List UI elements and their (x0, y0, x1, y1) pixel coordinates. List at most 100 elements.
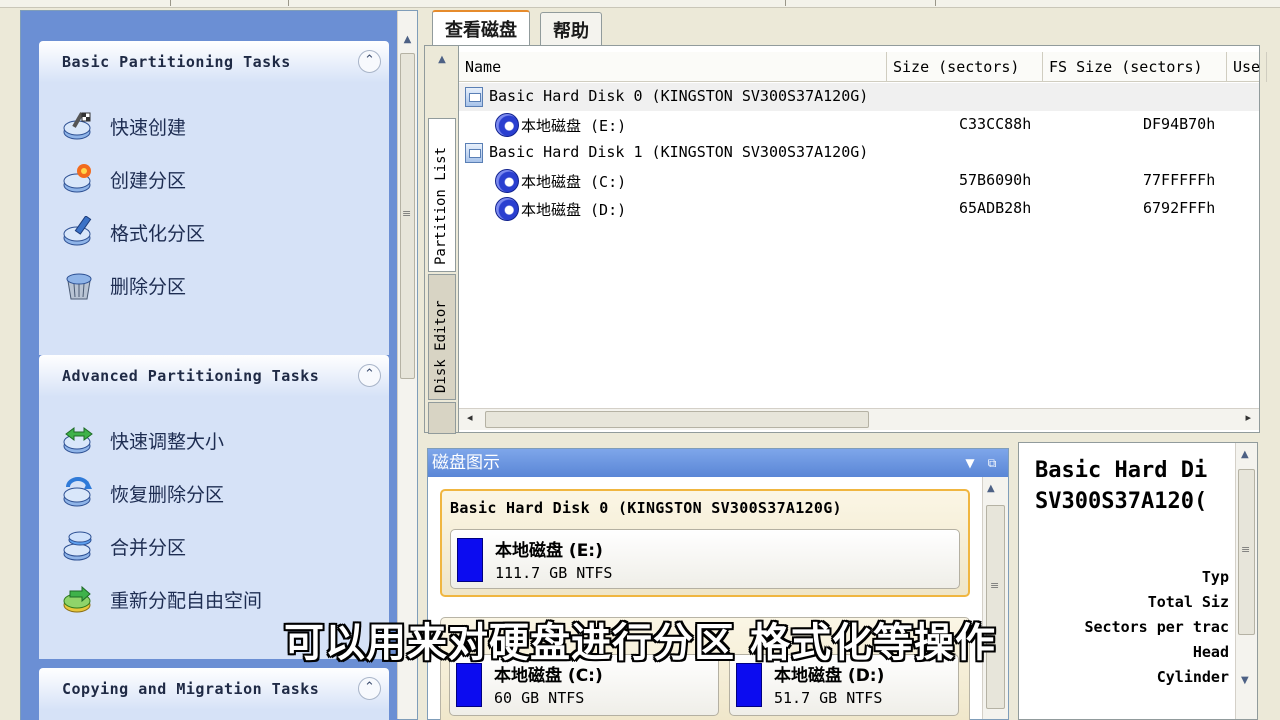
task-create-partition[interactable]: 创建分区 (62, 163, 186, 195)
partition-size: 51.7 GB NTFS (774, 689, 883, 707)
hard-disk-icon (465, 87, 483, 107)
column-fs-size[interactable]: FS Size (sectors) (1043, 52, 1227, 82)
dropdown-arrow-icon[interactable]: ▼ (962, 455, 978, 471)
group-header[interactable]: Advanced Partitioning Tasks ⌃ (39, 355, 389, 397)
disk-map-scrollbar[interactable]: ▲ ≡ (982, 477, 1008, 719)
vtab-more[interactable] (428, 402, 456, 434)
disk-merge-icon (63, 531, 92, 561)
partition-name: 本地磁盘 (E:) (495, 541, 603, 561)
column-used[interactable]: Use (1227, 52, 1267, 82)
group-header[interactable]: Basic Partitioning Tasks ⌃ (39, 41, 389, 83)
horizontal-scrollbar[interactable]: ◂ ▸ (459, 408, 1259, 430)
vertical-tab-strip: ▲ Partition List Disk Editor (425, 46, 459, 434)
row-name: Basic Hard Disk 0 (KINGSTON SV300S37A120… (489, 87, 869, 105)
column-size[interactable]: Size (sectors) (887, 52, 1043, 82)
group-copying-migration: Copying and Migration Tasks ⌃ (39, 668, 389, 720)
task-label: 恢复删除分区 (110, 483, 225, 506)
task-label: 创建分区 (110, 169, 187, 192)
scroll-left-arrow-icon[interactable]: ◂ (467, 411, 473, 424)
scroll-up-arrow-icon[interactable]: ▲ (398, 31, 417, 49)
partition-size: 111.7 GB NTFS (495, 564, 613, 582)
partition-list-pane: ▲ Partition List Disk Editor Name Size (… (424, 45, 1267, 434)
row-name: 本地磁盘 (D:) (521, 201, 627, 219)
group-basic-partitioning: Basic Partitioning Tasks ⌃ 快速创建 创建分区 格式化… (39, 41, 389, 355)
toolbar-separator (935, 0, 936, 6)
row-size: C33CC88h (959, 115, 1032, 133)
collapse-chevron-icon[interactable]: ⌃ (358, 677, 381, 700)
info-label-cylinders: Cylinder (1156, 668, 1229, 686)
row-name: Basic Hard Disk 1 (KINGSTON SV300S37A120… (489, 143, 869, 161)
tab-view-disks[interactable]: 查看磁盘 (432, 10, 530, 46)
disk-card-title: Basic Hard Disk 0 (KINGSTON SV300S37A120… (450, 499, 842, 517)
partition-icon (495, 197, 519, 221)
disk-info-title: Basic Hard Di SV300S37A120( (1035, 455, 1207, 517)
vtab-label: Disk Editor (433, 300, 449, 393)
disk-wand-icon (63, 112, 91, 140)
partition-size: 60 GB NTFS (494, 689, 585, 707)
disk-delete-icon (66, 273, 92, 300)
disk-create-icon (63, 164, 91, 193)
float-pane-icon[interactable]: ⧉ (984, 455, 1000, 471)
disk-map-titlebar: 磁盘图示 ▼ ⧉ (428, 449, 1008, 477)
disk-map-title: 磁盘图示 (432, 453, 500, 473)
info-label-type: Typ (1201, 568, 1229, 586)
disk-card[interactable]: Basic Hard Disk 0 (KINGSTON SV300S37A120… (440, 489, 970, 597)
scrollbar-thumb[interactable] (485, 411, 869, 428)
table-row[interactable]: 本地磁盘 (C:) 57B6090h 77FFFFFh (459, 167, 1259, 195)
disk-info-title-line: SV300S37A120( (1035, 489, 1208, 514)
group-body (39, 710, 389, 720)
row-name: 本地磁盘 (C:) (521, 173, 627, 191)
task-quick-create[interactable]: 快速创建 (62, 110, 186, 142)
table-row[interactable]: Basic Hard Disk 1 (KINGSTON SV300S37A120… (459, 139, 1259, 167)
task-label: 快速创建 (110, 116, 187, 139)
row-fs-size: DF94B70h (1143, 115, 1216, 133)
info-pane-scrollbar[interactable]: ▲ ≡ ▼ (1235, 443, 1257, 719)
disk-resize-icon (63, 427, 93, 454)
scrollbar-grip-icon: ≡ (1241, 543, 1251, 556)
partition-icon (495, 169, 519, 193)
scroll-up-arrow-icon[interactable]: ▲ (987, 483, 995, 494)
group-header[interactable]: Copying and Migration Tasks ⌃ (39, 668, 389, 710)
tab-help[interactable]: 帮助 (540, 12, 602, 45)
vtab-disk-editor[interactable]: Disk Editor (428, 274, 456, 400)
group-body: 快速创建 创建分区 格式化分区 删除分区 (39, 83, 389, 355)
partition-usage-bar (456, 663, 482, 707)
partition-usage-bar (457, 538, 483, 582)
table-header: Name Size (sectors) FS Size (sectors) Us… (459, 52, 1267, 82)
task-quick-resize[interactable]: 快速调整大小 (62, 424, 224, 456)
column-name[interactable]: Name (459, 52, 887, 82)
task-label: 格式化分区 (110, 222, 206, 245)
table-row[interactable]: 本地磁盘 (E:) C33CC88h DF94B70h (459, 111, 1259, 139)
task-label: 合并分区 (110, 536, 187, 559)
task-label: 重新分配自由空间 (110, 589, 263, 612)
partition-block[interactable]: 本地磁盘 (E:) 111.7 GB NTFS (450, 529, 960, 589)
disk-info-pane: Basic Hard Di SV300S37A120( Typ Total Si… (1018, 442, 1258, 720)
table-row[interactable]: Basic Hard Disk 0 (KINGSTON SV300S37A120… (459, 83, 1259, 111)
row-fs-size: 77FFFFFh (1143, 171, 1216, 189)
collapse-chevron-icon[interactable]: ⌃ (358, 50, 381, 73)
scroll-up-arrow-icon[interactable]: ▲ (1241, 449, 1249, 460)
row-size: 65ADB28h (959, 199, 1032, 217)
video-subtitle: 可以用来对硬盘进行分区 格式化等操作 (284, 620, 996, 666)
group-title: Advanced Partitioning Tasks (62, 367, 320, 385)
top-toolbar-strip (0, 0, 1280, 8)
scrollbar-thumb[interactable] (986, 505, 1005, 709)
partition-usage-bar (736, 663, 762, 707)
hard-disk-icon (465, 143, 483, 163)
task-label: 快速调整大小 (110, 430, 225, 453)
scroll-down-arrow-icon[interactable]: ▼ (1241, 675, 1249, 686)
disk-recover-icon (63, 477, 92, 507)
task-delete-partition[interactable]: 删除分区 (62, 269, 186, 301)
toolbar-separator (170, 0, 171, 6)
task-format-partition[interactable]: 格式化分区 (62, 216, 205, 248)
scroll-up-arrow-icon[interactable]: ▲ (431, 54, 453, 74)
table-row[interactable]: 本地磁盘 (D:) 65ADB28h 6792FFFh (459, 195, 1259, 223)
task-merge-partition[interactable]: 合并分区 (62, 530, 186, 562)
scroll-right-arrow-icon[interactable]: ▸ (1245, 411, 1251, 424)
scrollbar-grip-icon: ≡ (402, 207, 412, 220)
collapse-chevron-icon[interactable]: ⌃ (358, 364, 381, 387)
group-title: Basic Partitioning Tasks (62, 53, 291, 71)
toolbar-separator (785, 0, 786, 6)
disk-map-pane: 磁盘图示 ▼ ⧉ Basic Hard Disk 0 (KINGSTON SV3… (427, 448, 1009, 720)
task-recover-partition[interactable]: 恢复删除分区 (62, 477, 224, 509)
